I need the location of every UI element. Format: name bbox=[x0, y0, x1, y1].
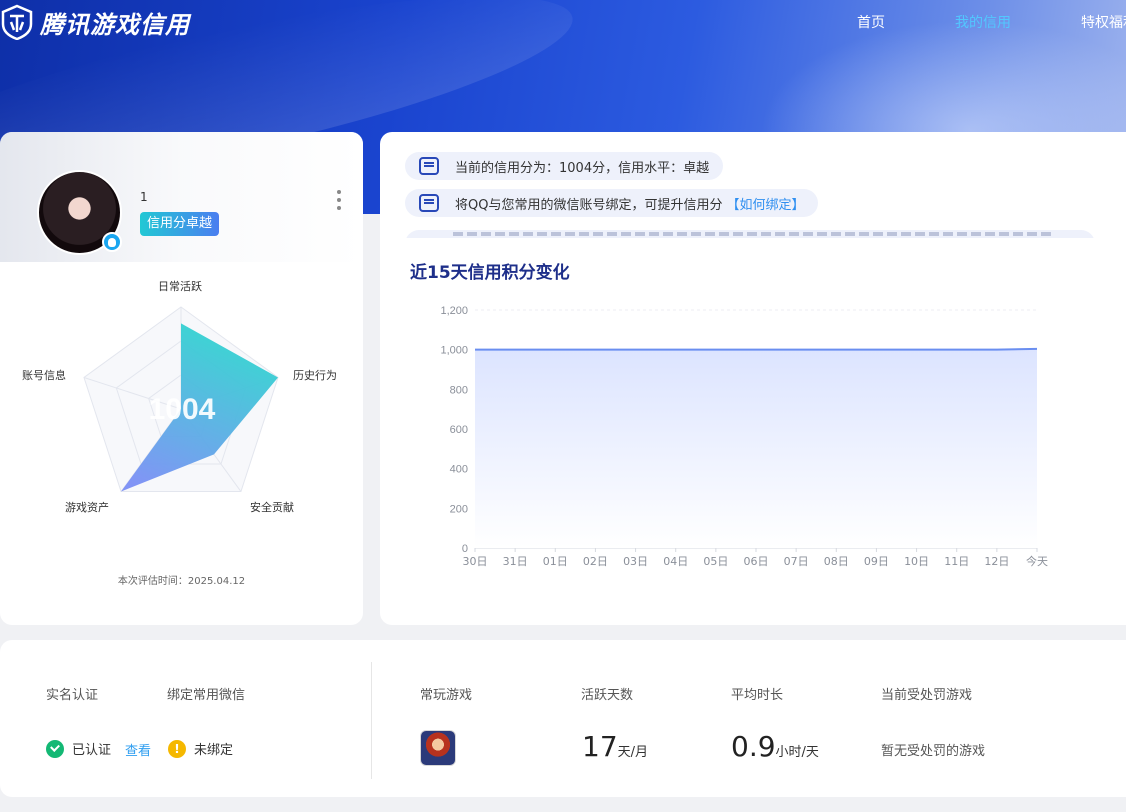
series-line bbox=[475, 347, 1038, 351]
x-tick-label: 04日 bbox=[663, 555, 688, 568]
radar-label-history: 历史行为 bbox=[293, 369, 337, 382]
real-name-status: 已认证 bbox=[46, 739, 111, 758]
nav-home[interactable]: 首页 bbox=[857, 12, 885, 32]
notice-text: 当前的信用分为：1004分，信用水平：卓越 bbox=[455, 160, 710, 176]
favorite-game-label: 常玩游戏 bbox=[420, 688, 473, 703]
x-tick-label: 06日 bbox=[744, 555, 769, 568]
active-days-unit: 天/月 bbox=[617, 745, 649, 760]
view-real-name-link[interactable]: 查看 bbox=[125, 740, 151, 759]
message-icon bbox=[419, 157, 439, 175]
x-tick-label: 02日 bbox=[583, 555, 608, 568]
radar-label-security: 安全贡献 bbox=[250, 501, 294, 514]
average-time-label: 平均时长 bbox=[731, 688, 784, 703]
no-punishment-text: 暂无受处罚的游戏 bbox=[881, 744, 986, 759]
radar-label-daily-activity: 日常活跃 bbox=[158, 280, 202, 293]
notice-partial bbox=[405, 230, 1095, 238]
average-time-value: 0.9小时/天 bbox=[731, 730, 819, 763]
account-summary-card: 实名认证 绑定常用微信 已认证 查看 ! 未绑定 常玩游戏 活跃天数 平均时长 … bbox=[0, 640, 1126, 797]
y-tick-label: 800 bbox=[450, 384, 468, 396]
average-time-unit: 小时/天 bbox=[775, 745, 819, 760]
x-tick-label: 08日 bbox=[824, 555, 849, 568]
credit-score: 1004 bbox=[149, 393, 216, 426]
y-tick-label: 1,000 bbox=[440, 345, 468, 357]
notice-bind-wechat: 将QQ与您常用的微信账号绑定，可提升信用分 【如何绑定】 bbox=[405, 189, 819, 217]
x-tick-label: 05日 bbox=[703, 555, 728, 568]
punished-games-label: 当前受处罚游戏 bbox=[881, 688, 973, 703]
game-icon[interactable] bbox=[420, 730, 456, 766]
wechat-status-text: 未绑定 bbox=[194, 743, 234, 758]
y-tick-label: 1,200 bbox=[440, 305, 468, 317]
x-tick-label: 12日 bbox=[984, 555, 1009, 568]
average-time-number: 0.9 bbox=[731, 730, 776, 763]
active-days-label: 活跃天数 bbox=[581, 688, 634, 703]
nav-privileges[interactable]: 特权福利 bbox=[1081, 12, 1126, 32]
y-tick-label: 400 bbox=[450, 464, 468, 476]
check-circle-icon bbox=[46, 739, 64, 758]
chart-title: 近15天信用积分变化 bbox=[410, 263, 570, 283]
divider bbox=[371, 662, 372, 779]
real-name-status-text: 已认证 bbox=[72, 743, 112, 758]
y-tick-label: 0 bbox=[462, 543, 468, 555]
radar-label-game-assets: 游戏资产 bbox=[65, 501, 109, 514]
credit-detail-card: 当前的信用分为：1004分，信用水平：卓越 将QQ与您常用的微信账号绑定，可提升… bbox=[380, 132, 1126, 625]
top-nav: 首页 我的信用 特权福利 bbox=[0, 12, 1126, 32]
profile-card: 1 信用分卓越 1004 日常活跃 历史行为 安全贡献 游戏资产 账号信息 本次… bbox=[0, 132, 363, 625]
x-tick-label: 03日 bbox=[623, 555, 648, 568]
x-tick-label: 09日 bbox=[864, 555, 889, 568]
y-tick-label: 600 bbox=[450, 424, 468, 436]
x-tick-label: 11日 bbox=[944, 555, 969, 568]
notice-current-score: 当前的信用分为：1004分，信用水平：卓越 bbox=[405, 152, 724, 180]
credit-trend-chart: 0 200 400 600 800 1,000 1,200 30日 31日 01日 02日 03日 04… bbox=[440, 305, 1048, 568]
evaluation-time: 本次评估时间：2025.04.12 bbox=[117, 576, 246, 587]
series-area bbox=[475, 348, 1037, 548]
wechat-binding-label: 绑定常用微信 bbox=[167, 688, 246, 703]
active-days-number: 17 bbox=[582, 730, 618, 763]
how-to-bind-link[interactable]: 【如何绑定】 bbox=[726, 194, 804, 213]
nav-my-credit[interactable]: 我的信用 bbox=[955, 12, 1011, 32]
warning-circle-icon: ! bbox=[168, 739, 186, 758]
x-tick-label: 01日 bbox=[543, 555, 568, 568]
x-tick-label: 今天 bbox=[1026, 554, 1048, 568]
y-tick-label: 200 bbox=[450, 503, 468, 515]
x-tick-label: 10日 bbox=[904, 555, 929, 568]
x-tick-label: 30日 bbox=[463, 555, 488, 568]
radar-label-account-info: 账号信息 bbox=[22, 369, 66, 382]
x-tick-label: 31日 bbox=[503, 555, 528, 568]
x-tick-label: 07日 bbox=[784, 555, 809, 568]
real-name-label: 实名认证 bbox=[46, 688, 99, 703]
message-icon bbox=[419, 194, 439, 212]
notice-text: 将QQ与您常用的微信账号绑定，可提升信用分 bbox=[455, 197, 723, 213]
active-days-value: 17天/月 bbox=[582, 730, 648, 763]
wechat-status: ! 未绑定 bbox=[168, 739, 233, 758]
